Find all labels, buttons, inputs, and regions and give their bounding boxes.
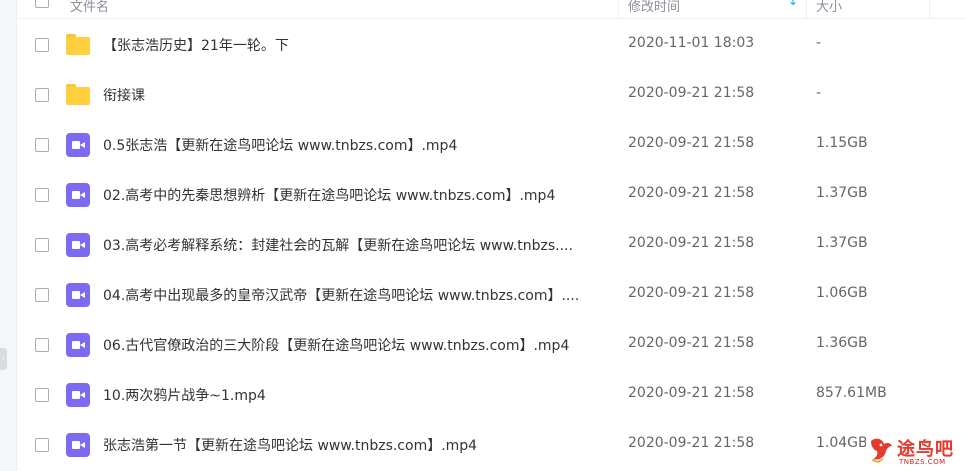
file-row[interactable]: 【张志浩历史】21年一轮。下 2020-11-01 18:03 - [16,20,965,70]
video-file-icon [66,133,90,157]
watermark-subtext: TNBZS.COM [899,458,946,466]
video-file-icon [66,433,90,457]
file-name[interactable]: 04.高考中出现最多的皇帝汉武帝【更新在途鸟吧论坛 www.tnbzs.com】… [103,285,608,305]
file-name[interactable]: 张志浩第一节【更新在途鸟吧论坛 www.tnbzs.com】.mp4 [103,435,608,455]
file-row[interactable]: 张志浩第一节【更新在途鸟吧论坛 www.tnbzs.com】.mp4 2020-0… [16,420,965,470]
file-name[interactable]: 0.5张志浩【更新在途鸟吧论坛 www.tnbzs.com】.mp4 [103,135,608,155]
row-checkbox[interactable] [35,38,49,52]
file-modified-time: 2020-09-21 21:58 [628,85,755,101]
file-modified-time: 2020-09-21 21:58 [628,435,755,451]
file-list: 【张志浩历史】21年一轮。下 2020-11-01 18:03 - 衔接课 2020-0… [16,20,965,470]
file-size: 1.04GB [816,435,868,451]
column-divider[interactable] [929,0,930,18]
row-checkbox[interactable] [35,388,49,402]
video-file-icon [66,333,90,357]
file-size: 857.61MB [816,385,887,401]
column-header-time[interactable]: 修改时间 [628,0,680,15]
file-row[interactable]: 03.高考必考解释系统：封建社会的瓦解【更新在途鸟吧论坛 www.tnbzs..… [16,220,965,270]
row-checkbox[interactable] [35,438,49,452]
select-all-checkbox[interactable] [35,0,49,8]
sort-down-icon[interactable]: ↓ [788,0,798,8]
file-size: 1.06GB [816,285,868,301]
file-size: 1.15GB [816,135,868,151]
row-checkbox[interactable] [35,188,49,202]
file-name[interactable]: 02.高考中的先秦思想辨析【更新在途鸟吧论坛 www.tnbzs.com】.mp… [103,185,608,205]
file-size: 1.37GB [816,185,868,201]
column-header-size[interactable]: 大小 [816,0,842,15]
file-size: - [816,35,822,51]
file-name[interactable]: 06.古代官僚政治的三大阶段【更新在途鸟吧论坛 www.tnbzs.com】.m… [103,335,608,355]
video-file-icon [66,233,90,257]
row-checkbox[interactable] [35,88,49,102]
column-divider[interactable] [806,0,807,18]
row-checkbox[interactable] [35,338,49,352]
column-divider[interactable] [618,0,619,18]
row-checkbox[interactable] [35,238,49,252]
file-row[interactable]: 06.古代官僚政治的三大阶段【更新在途鸟吧论坛 www.tnbzs.com】.m… [16,320,965,370]
folder-icon [66,83,90,107]
file-row[interactable]: 10.两次鸦片战争~1.mp4 2020-09-21 21:58 857.61MB [16,370,965,420]
file-size: 1.37GB [816,235,868,251]
bird-logo-icon [871,438,892,463]
file-modified-time: 2020-09-21 21:58 [628,185,755,201]
file-name[interactable]: 衔接课 [103,85,608,105]
file-list-header: 文件名 修改时间 ↓ 大小 [16,0,965,19]
video-file-icon [66,183,90,207]
file-modified-time: 2020-09-21 21:58 [628,385,755,401]
file-row[interactable]: 衔接课 2020-09-21 21:58 - [16,70,965,120]
video-file-icon [66,383,90,407]
file-size: - [816,85,822,101]
row-checkbox[interactable] [35,288,49,302]
file-modified-time: 2020-09-21 21:58 [628,135,755,151]
file-modified-time: 2020-09-21 21:58 [628,285,755,301]
folder-icon [66,33,90,57]
file-modified-time: 2020-09-21 21:58 [628,235,755,251]
file-size: 1.36GB [816,335,868,351]
row-checkbox[interactable] [35,138,49,152]
file-name[interactable]: 03.高考必考解释系统：封建社会的瓦解【更新在途鸟吧论坛 www.tnbzs..… [103,235,608,255]
file-modified-time: 2020-11-01 18:03 [628,35,755,51]
file-row[interactable]: 02.高考中的先秦思想辨析【更新在途鸟吧论坛 www.tnbzs.com】.mp… [16,170,965,220]
file-modified-time: 2020-09-21 21:58 [628,335,755,351]
column-header-name[interactable]: 文件名 [70,0,109,15]
file-name[interactable]: 【张志浩历史】21年一轮。下 [103,35,608,55]
video-file-icon [66,283,90,307]
file-list-page: ‹ 文件名 修改时间 ↓ 大小 【张志浩历史】21年一轮。下 2020-11-01… [0,0,965,471]
file-row[interactable]: 04.高考中出现最多的皇帝汉武帝【更新在途鸟吧论坛 www.tnbzs.com】… [16,270,965,320]
file-row[interactable]: 0.5张志浩【更新在途鸟吧论坛 www.tnbzs.com】.mp4 2020-0… [16,120,965,170]
left-sidebar-edge: ‹ [0,0,17,471]
watermark: 途鸟吧 TNBZS.COM [866,433,965,471]
file-name[interactable]: 10.两次鸦片战争~1.mp4 [103,385,608,405]
collapse-handle-icon[interactable]: ‹ [0,348,7,370]
